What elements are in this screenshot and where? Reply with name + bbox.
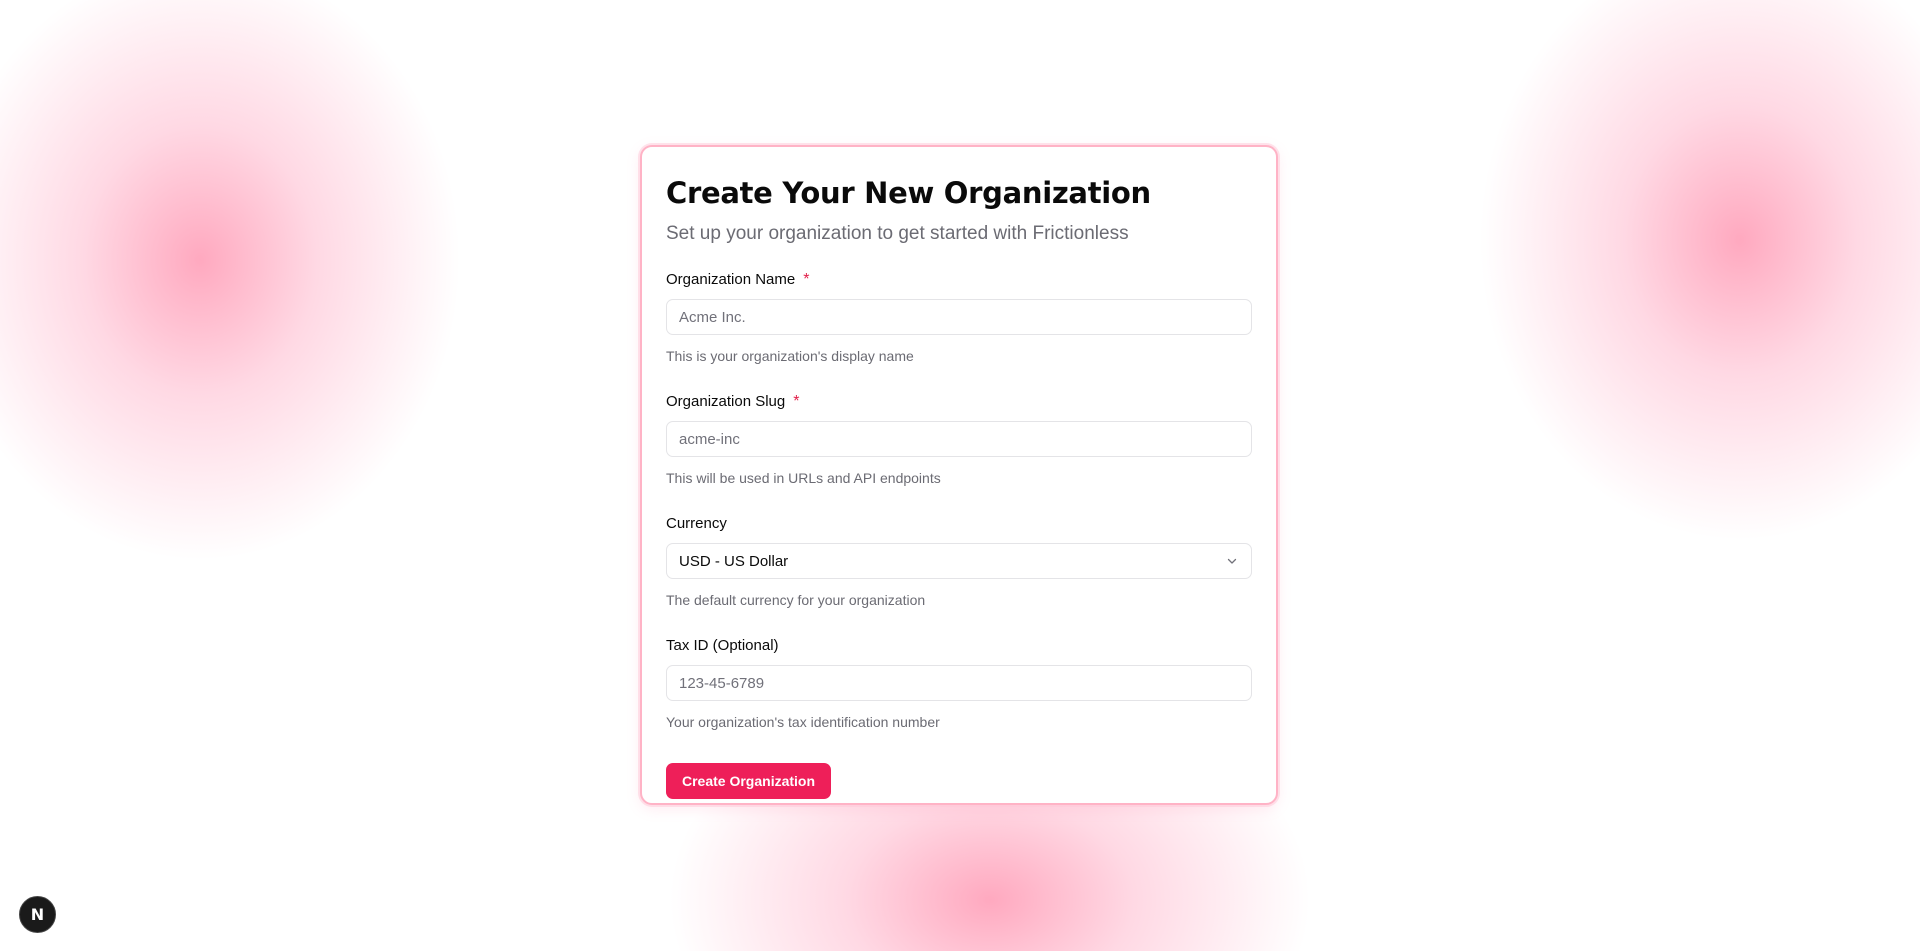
organization-slug-label-row: Organization Slug * bbox=[666, 393, 1252, 411]
organization-slug-label: Organization Slug bbox=[666, 393, 786, 410]
currency-label: Currency bbox=[666, 515, 727, 532]
organization-slug-field: Organization Slug * This will be used in… bbox=[666, 393, 1252, 487]
required-marker: * bbox=[793, 393, 800, 410]
organization-name-label-row: Organization Name * bbox=[666, 271, 1252, 289]
organization-slug-input[interactable] bbox=[666, 421, 1252, 457]
nextjs-logo-icon[interactable]: N bbox=[19, 896, 56, 933]
page-background: Create Your New Organization Set up your… bbox=[0, 0, 1920, 951]
currency-selected-value: USD - US Dollar bbox=[679, 552, 789, 570]
currency-help: The default currency for your organizati… bbox=[666, 592, 926, 608]
tax-id-input[interactable] bbox=[666, 665, 1252, 701]
page-subtitle: Set up your organization to get started … bbox=[666, 223, 1129, 244]
organization-name-label: Organization Name bbox=[666, 271, 796, 288]
tax-id-field: Tax ID (Optional) Your organization's ta… bbox=[666, 637, 1252, 731]
organization-slug-help: This will be used in URLs and API endpoi… bbox=[666, 470, 941, 486]
currency-label-row: Currency bbox=[666, 515, 1252, 533]
organization-name-help: This is your organization's display name bbox=[666, 348, 914, 364]
tax-id-label-row: Tax ID (Optional) bbox=[666, 637, 1252, 655]
create-organization-card: Create Your New Organization Set up your… bbox=[640, 145, 1278, 805]
currency-select[interactable]: USD - US Dollar bbox=[666, 543, 1252, 579]
tax-id-label: Tax ID (Optional) bbox=[666, 637, 779, 654]
chevron-down-icon bbox=[1225, 554, 1239, 568]
badge-letter: N bbox=[30, 905, 45, 924]
organization-name-input[interactable] bbox=[666, 299, 1252, 335]
currency-field: Currency USD - US Dollar The default cur… bbox=[666, 515, 1252, 609]
create-organization-button[interactable]: Create Organization bbox=[666, 763, 832, 799]
required-marker: * bbox=[803, 271, 810, 288]
tax-id-help: Your organization's tax identification n… bbox=[666, 714, 940, 730]
organization-name-field: Organization Name * This is your organiz… bbox=[666, 271, 1252, 365]
page-title: Create Your New Organization bbox=[666, 176, 1151, 210]
